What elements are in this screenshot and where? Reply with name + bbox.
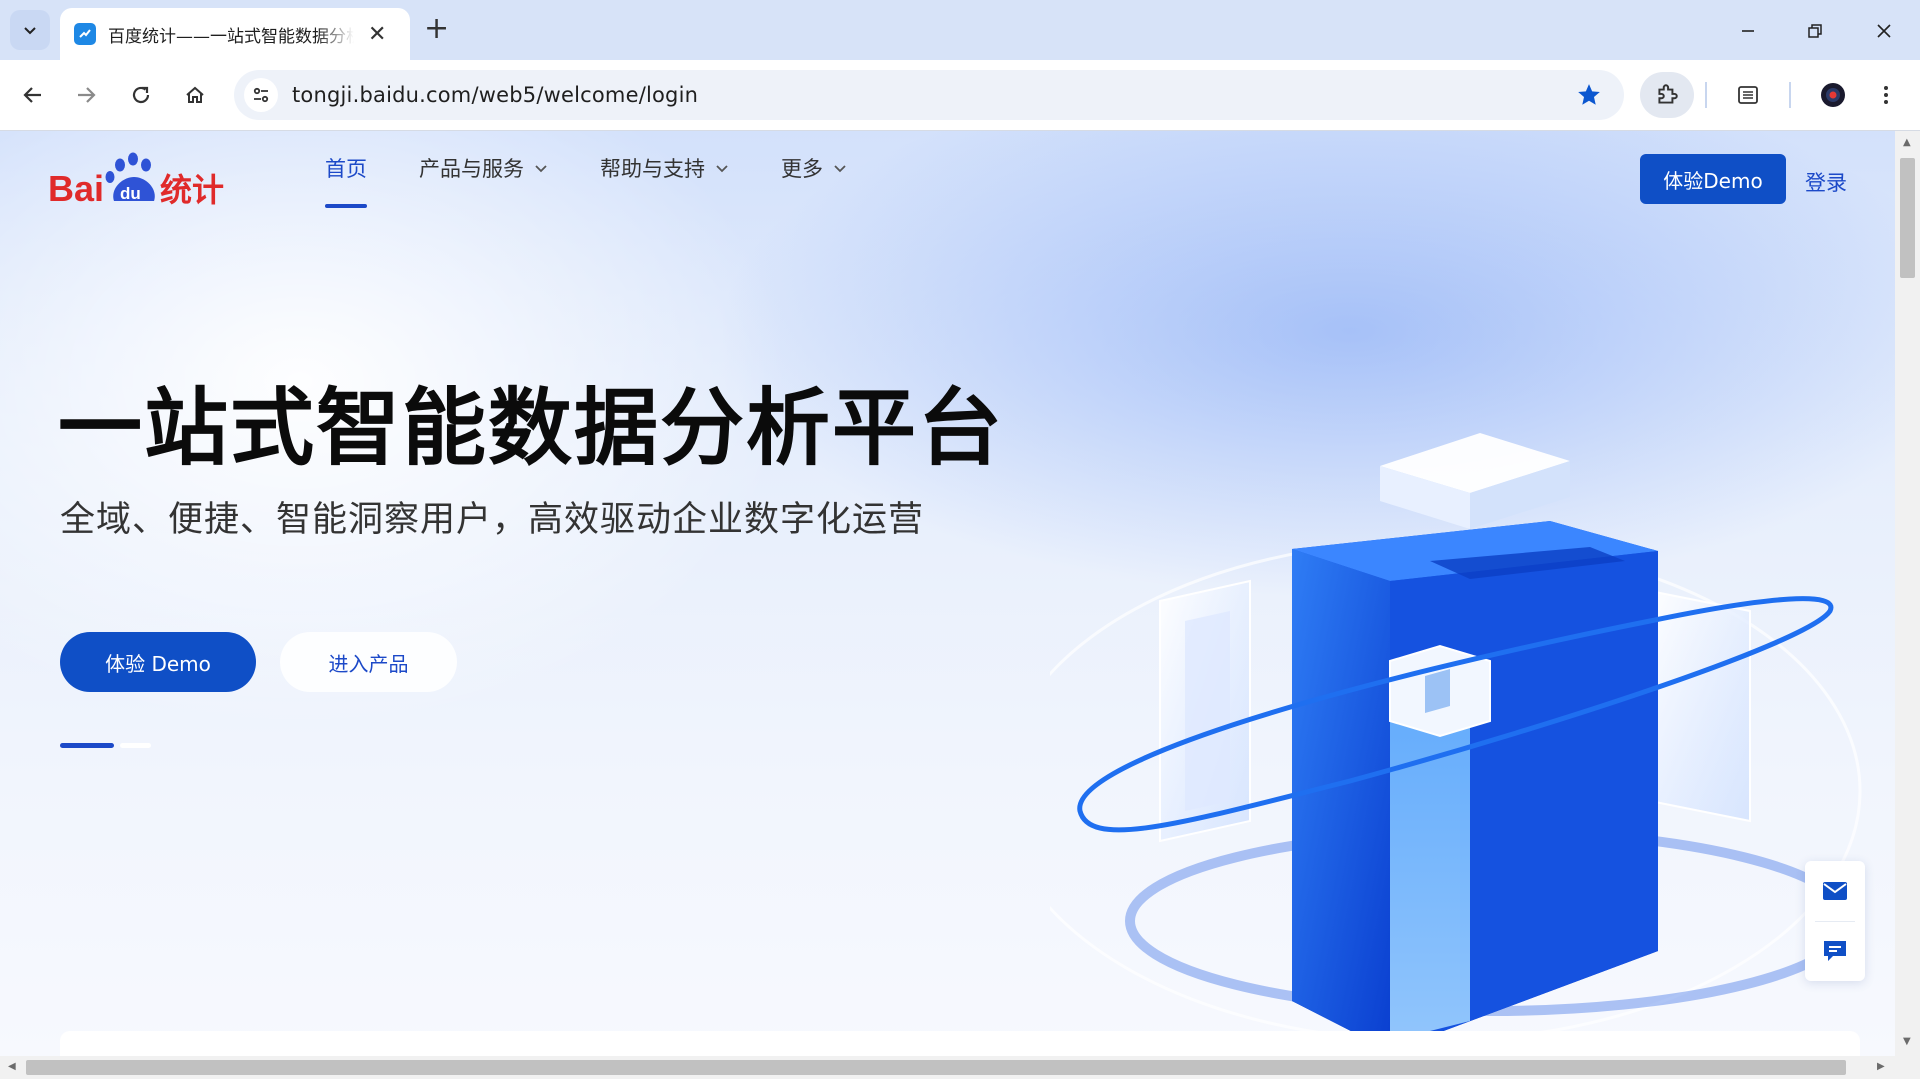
logo-text-du: du bbox=[120, 184, 141, 203]
hero-illustration bbox=[1050, 433, 1862, 1051]
home-icon[interactable] bbox=[177, 77, 213, 113]
content-card bbox=[60, 1031, 1860, 1056]
chevron-down-icon bbox=[716, 165, 728, 173]
nav-item-label: 更多 bbox=[781, 157, 823, 181]
enter-product-button[interactable]: 进入产品 bbox=[280, 632, 457, 692]
hero-demo-button[interactable]: 体验 Demo bbox=[60, 632, 256, 692]
nav-item-products[interactable]: 产品与服务 bbox=[419, 153, 548, 183]
scroll-left-icon[interactable]: ◀ bbox=[8, 1061, 16, 1072]
favicon-icon bbox=[74, 23, 96, 45]
logo-text-product: 统计 bbox=[160, 171, 224, 209]
profile-icon[interactable] bbox=[1815, 77, 1851, 113]
baidu-tongji-logo[interactable]: Bai du 统计 bbox=[48, 149, 238, 215]
mail-icon[interactable] bbox=[1805, 861, 1865, 921]
carousel-indicator-active[interactable] bbox=[60, 743, 114, 748]
hero-subtitle: 全域、便捷、智能洞察用户，高效驱动企业数字化运营 bbox=[60, 500, 925, 540]
nav-item-label: 帮助与支持 bbox=[600, 157, 705, 181]
tab-search-button[interactable] bbox=[10, 10, 50, 50]
bookmark-star-icon[interactable] bbox=[1576, 82, 1602, 112]
scroll-down-icon[interactable]: ▼ bbox=[1903, 1036, 1911, 1047]
restore-icon[interactable] bbox=[1800, 16, 1830, 46]
toolbar-separator bbox=[1789, 82, 1791, 108]
scroll-right-icon[interactable]: ▶ bbox=[1877, 1061, 1885, 1072]
scroll-up-icon[interactable]: ▲ bbox=[1903, 137, 1911, 148]
minimize-icon[interactable] bbox=[1733, 16, 1763, 46]
nav-item-home[interactable]: 首页 bbox=[325, 153, 367, 208]
hero-title: 一站式智能数据分析平台 bbox=[58, 379, 1005, 477]
nav-item-label: 产品与服务 bbox=[419, 157, 524, 181]
login-link[interactable]: 登录 bbox=[1805, 167, 1847, 197]
address-bar[interactable]: tongji.baidu.com/web5/welcome/login bbox=[234, 70, 1624, 120]
new-tab-button[interactable]: + bbox=[424, 14, 449, 44]
nav-item-label: 首页 bbox=[325, 157, 367, 181]
site-info-icon[interactable] bbox=[244, 78, 278, 112]
tab-close-icon[interactable]: ✕ bbox=[368, 22, 386, 47]
scrollbar-corner bbox=[1895, 1056, 1920, 1079]
nav-item-more[interactable]: 更多 bbox=[781, 153, 847, 183]
toolbar-separator bbox=[1705, 82, 1707, 108]
vertical-scrollbar[interactable]: ▲ ▼ bbox=[1895, 131, 1920, 1056]
chevron-down-icon bbox=[535, 165, 547, 173]
browser-tab[interactable]: 百度统计——一站式智能数据分析平台 ✕ bbox=[60, 8, 410, 60]
browser-toolbar: tongji.baidu.com/web5/welcome/login bbox=[0, 60, 1920, 131]
horizontal-scroll-thumb[interactable] bbox=[26, 1060, 1846, 1075]
reload-icon[interactable] bbox=[123, 77, 159, 113]
logo-text-bai: Bai bbox=[48, 168, 104, 209]
tab-title: 百度统计——一站式智能数据分析平台 bbox=[108, 26, 354, 47]
try-demo-button[interactable]: 体验Demo bbox=[1640, 154, 1786, 204]
chat-icon[interactable] bbox=[1805, 921, 1865, 981]
back-icon[interactable] bbox=[15, 77, 51, 113]
floating-contact-panel bbox=[1805, 861, 1865, 981]
chevron-down-icon bbox=[24, 27, 36, 35]
page-viewport: Bai du 统计 首页 产品与服务 帮助与支持 更多 体验Demo 登录 一站… bbox=[0, 131, 1895, 1056]
nav-item-help[interactable]: 帮助与支持 bbox=[600, 153, 729, 183]
carousel-indicator[interactable] bbox=[120, 743, 151, 748]
url-text: tongji.baidu.com/web5/welcome/login bbox=[292, 83, 699, 107]
menu-icon[interactable] bbox=[1868, 77, 1904, 113]
vertical-scroll-thumb[interactable] bbox=[1900, 158, 1915, 278]
close-window-icon[interactable] bbox=[1869, 16, 1899, 46]
main-nav: 首页 产品与服务 帮助与支持 更多 bbox=[325, 153, 899, 208]
reading-list-icon[interactable] bbox=[1730, 77, 1766, 113]
tab-strip: 百度统计——一站式智能数据分析平台 ✕ + bbox=[0, 0, 1920, 60]
horizontal-scrollbar[interactable]: ◀ ▶ bbox=[0, 1056, 1895, 1079]
extensions-icon[interactable] bbox=[1640, 72, 1694, 118]
forward-icon[interactable] bbox=[68, 77, 104, 113]
chevron-down-icon bbox=[834, 165, 846, 173]
